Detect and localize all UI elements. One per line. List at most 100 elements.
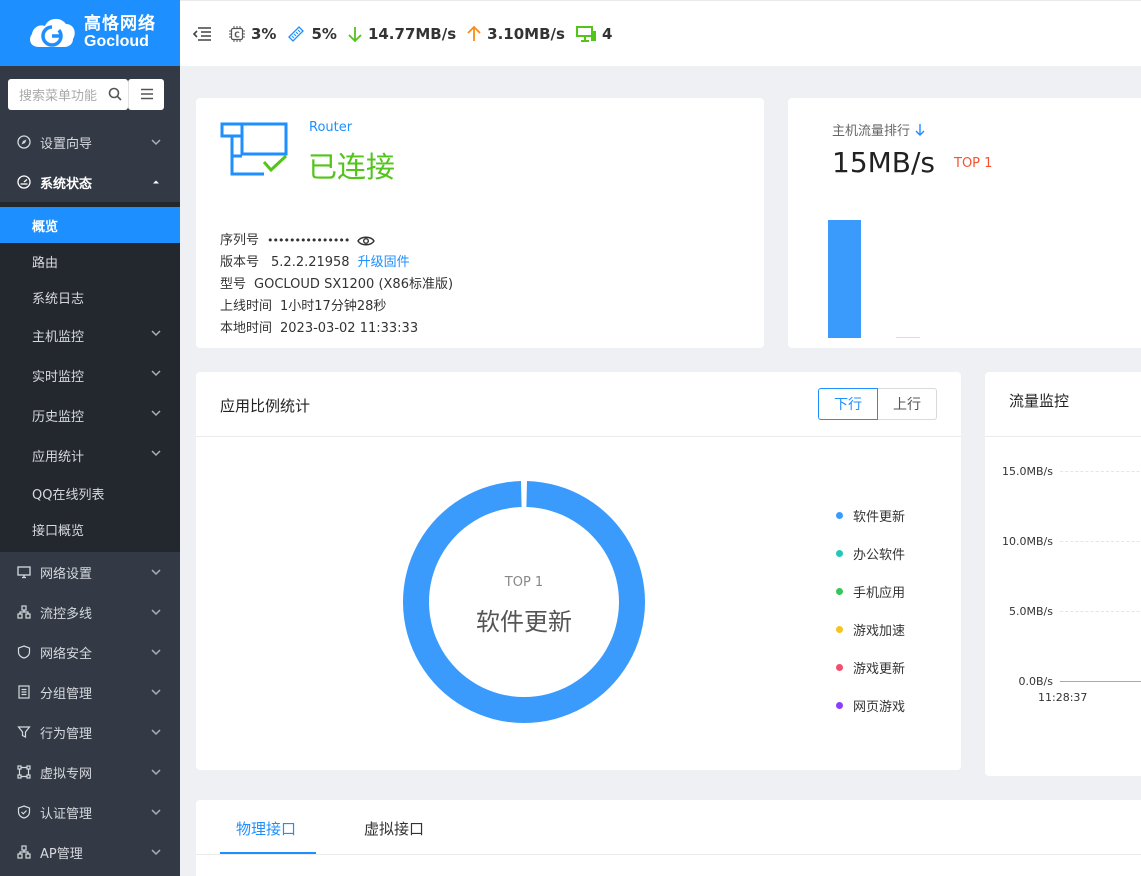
serial-label: 序列号 [220, 233, 260, 248]
sidebar-subitem-interface-overview[interactable]: 接口概览 [0, 511, 180, 547]
monitor-icon [575, 25, 596, 42]
download-rate: 14.77MB/s [347, 25, 456, 43]
active-tab-indicator [220, 852, 316, 854]
uptime-label: 上线时间 [220, 299, 273, 314]
y-tick-label: 15.0MB/s [1002, 465, 1053, 478]
collapse-sidebar-icon[interactable] [192, 26, 212, 42]
chevron-down-icon [151, 769, 161, 776]
ap-icon [16, 844, 32, 860]
eye-icon[interactable] [357, 235, 376, 247]
memory-usage-value: 5% [311, 24, 337, 43]
model-value: GOCLOUD SX1200 (X86标准版) [254, 277, 454, 292]
traffic-monitor-title: 流量监控 [1009, 392, 1070, 410]
sidebar-item-flow-control[interactable]: 流控多线 [0, 592, 180, 632]
cpu-usage: C 3% [228, 25, 276, 43]
upgrade-firmware-link[interactable]: 升级固件 [358, 252, 410, 274]
menu-search-placeholder: 搜索菜单功能 [19, 88, 98, 104]
sidebar-subitem-qq-online[interactable]: QQ在线列表 [0, 475, 180, 511]
sidebar-item-group-management[interactable]: 分组管理 [0, 672, 180, 712]
sidebar-item-label: 分组管理 [40, 686, 93, 702]
cpu-usage-value: 3% [251, 24, 277, 43]
sidebar-subitem-label: 应用统计 [32, 449, 85, 465]
sidebar-item-auth-management[interactable]: 认证管理 [0, 792, 180, 832]
localtime-value: 2023-03-02 11:33:33 [280, 321, 419, 336]
sidebar-subitem-host-monitor[interactable]: 主机监控 [0, 315, 180, 355]
bar-baseline [896, 337, 920, 338]
uplink-toggle-button[interactable]: 上行 [878, 388, 937, 420]
legend-item[interactable]: 游戏加速 [836, 610, 905, 648]
chevron-down-icon [151, 849, 161, 856]
downlink-toggle-button[interactable]: 下行 [818, 388, 878, 420]
tab-divider [196, 854, 1141, 855]
svg-text:C: C [234, 30, 240, 39]
online-hosts[interactable]: 4 [575, 25, 612, 43]
uptime-row: 上线时间 1小时17分钟28秒 [220, 296, 453, 318]
legend-dot [836, 511, 843, 519]
shield-icon [16, 644, 32, 660]
sidebar-subitem-system-log[interactable]: 系统日志 [0, 279, 180, 315]
sidebar: 高恪网络 Gocloud 搜索菜单功能 设置向导 系统状态 概览 路由 系统日志… [0, 0, 180, 876]
top-host-bar[interactable] [828, 220, 861, 338]
legend-item[interactable]: 游戏更新 [836, 648, 905, 686]
chevron-down-icon [151, 330, 161, 337]
donut-center-app-name: 软件更新 [476, 608, 572, 636]
legend-item[interactable]: 办公软件 [836, 534, 905, 572]
upload-rate: 3.10MB/s [466, 25, 565, 43]
memory-usage: 5% [286, 24, 337, 44]
y-tick-label: 0.0B/s [1018, 675, 1053, 688]
sidebar-item-system-status[interactable]: 系统状态 [0, 162, 180, 202]
menu-list-button[interactable] [128, 78, 164, 110]
brand-logo[interactable]: 高恪网络 Gocloud [0, 0, 180, 66]
menu-search-input[interactable]: 搜索菜单功能 [8, 78, 128, 110]
sidebar-item-label: 认证管理 [40, 806, 93, 822]
legend-label: 网页游戏 [853, 699, 906, 715]
host-traffic-rank-card: 主机流量排行 15MB/s TOP 1 [788, 98, 1141, 348]
series-line [1060, 681, 1141, 682]
sidebar-item-setup-wizard[interactable]: 设置向导 [0, 122, 180, 162]
chevron-down-icon [151, 609, 161, 616]
app-ratio-donut[interactable]: TOP 1 软件更新 [402, 480, 646, 724]
sidebar-subitem-overview[interactable]: 概览 [0, 207, 180, 243]
sidebar-item-network-security[interactable]: 网络安全 [0, 632, 180, 672]
memory-icon [288, 25, 305, 42]
legend-item[interactable]: 手机应用 [836, 572, 905, 610]
sidebar-item-behavior-management[interactable]: 行为管理 [0, 712, 180, 752]
sidebar-item-ap-management[interactable]: AP管理 [0, 832, 180, 872]
vpn-icon [16, 764, 32, 780]
arrow-up-icon [467, 25, 481, 41]
sidebar-subitem-label: 系统日志 [32, 291, 85, 307]
chevron-down-icon [151, 139, 161, 146]
sidebar-item-network-settings[interactable]: 网络设置 [0, 552, 180, 592]
legend-label: 软件更新 [853, 509, 906, 525]
sidebar-subitem-realtime-monitor[interactable]: 实时监控 [0, 355, 180, 395]
legend-item[interactable]: 软件更新 [836, 496, 905, 534]
tab-physical-interface[interactable]: 物理接口 [236, 818, 296, 839]
legend-item[interactable]: 网页游戏 [836, 686, 905, 724]
brand-name-cn: 高恪网络 [84, 14, 156, 34]
connection-status: 已连接 [308, 150, 396, 184]
sidebar-subitem-routes[interactable]: 路由 [0, 243, 180, 279]
grid-line [1060, 611, 1141, 612]
legend-label: 手机应用 [853, 585, 906, 601]
y-tick-label: 10.0MB/s [1002, 535, 1053, 548]
sidebar-subitem-label: 实时监控 [32, 369, 85, 385]
group-icon [16, 684, 32, 700]
sort-down-icon [915, 124, 925, 136]
sidebar-item-vpn[interactable]: 虚拟专网 [0, 752, 180, 792]
legend-dot [836, 663, 843, 671]
card-divider [196, 436, 961, 437]
legend-dot [836, 701, 843, 709]
system-status-submenu: 概览 路由 系统日志 主机监控 实时监控 历史监控 应用统计 QQ在线列表 接口… [0, 202, 180, 552]
serial-row: 序列号 ••••••••••••••• [220, 230, 453, 252]
sidebar-subitem-history-monitor[interactable]: 历史监控 [0, 395, 180, 435]
legend-label: 游戏更新 [853, 661, 906, 677]
donut-center-rank: TOP 1 [504, 575, 544, 590]
sidebar-subitem-app-stats[interactable]: 应用统计 [0, 435, 180, 475]
app-ratio-card: 应用比例统计 下行 上行 TOP 1 软件更新 软件更新 办公软件 手机应用 游… [196, 372, 961, 770]
interface-card: 物理接口 虚拟接口 [196, 800, 1141, 876]
version-label: 版本号 [220, 255, 260, 270]
host-traffic-rank-title[interactable]: 主机流量排行 [832, 120, 926, 139]
sidebar-subitem-label: 概览 [32, 219, 59, 235]
legend-dot [836, 625, 843, 633]
tab-virtual-interface[interactable]: 虚拟接口 [364, 818, 424, 839]
